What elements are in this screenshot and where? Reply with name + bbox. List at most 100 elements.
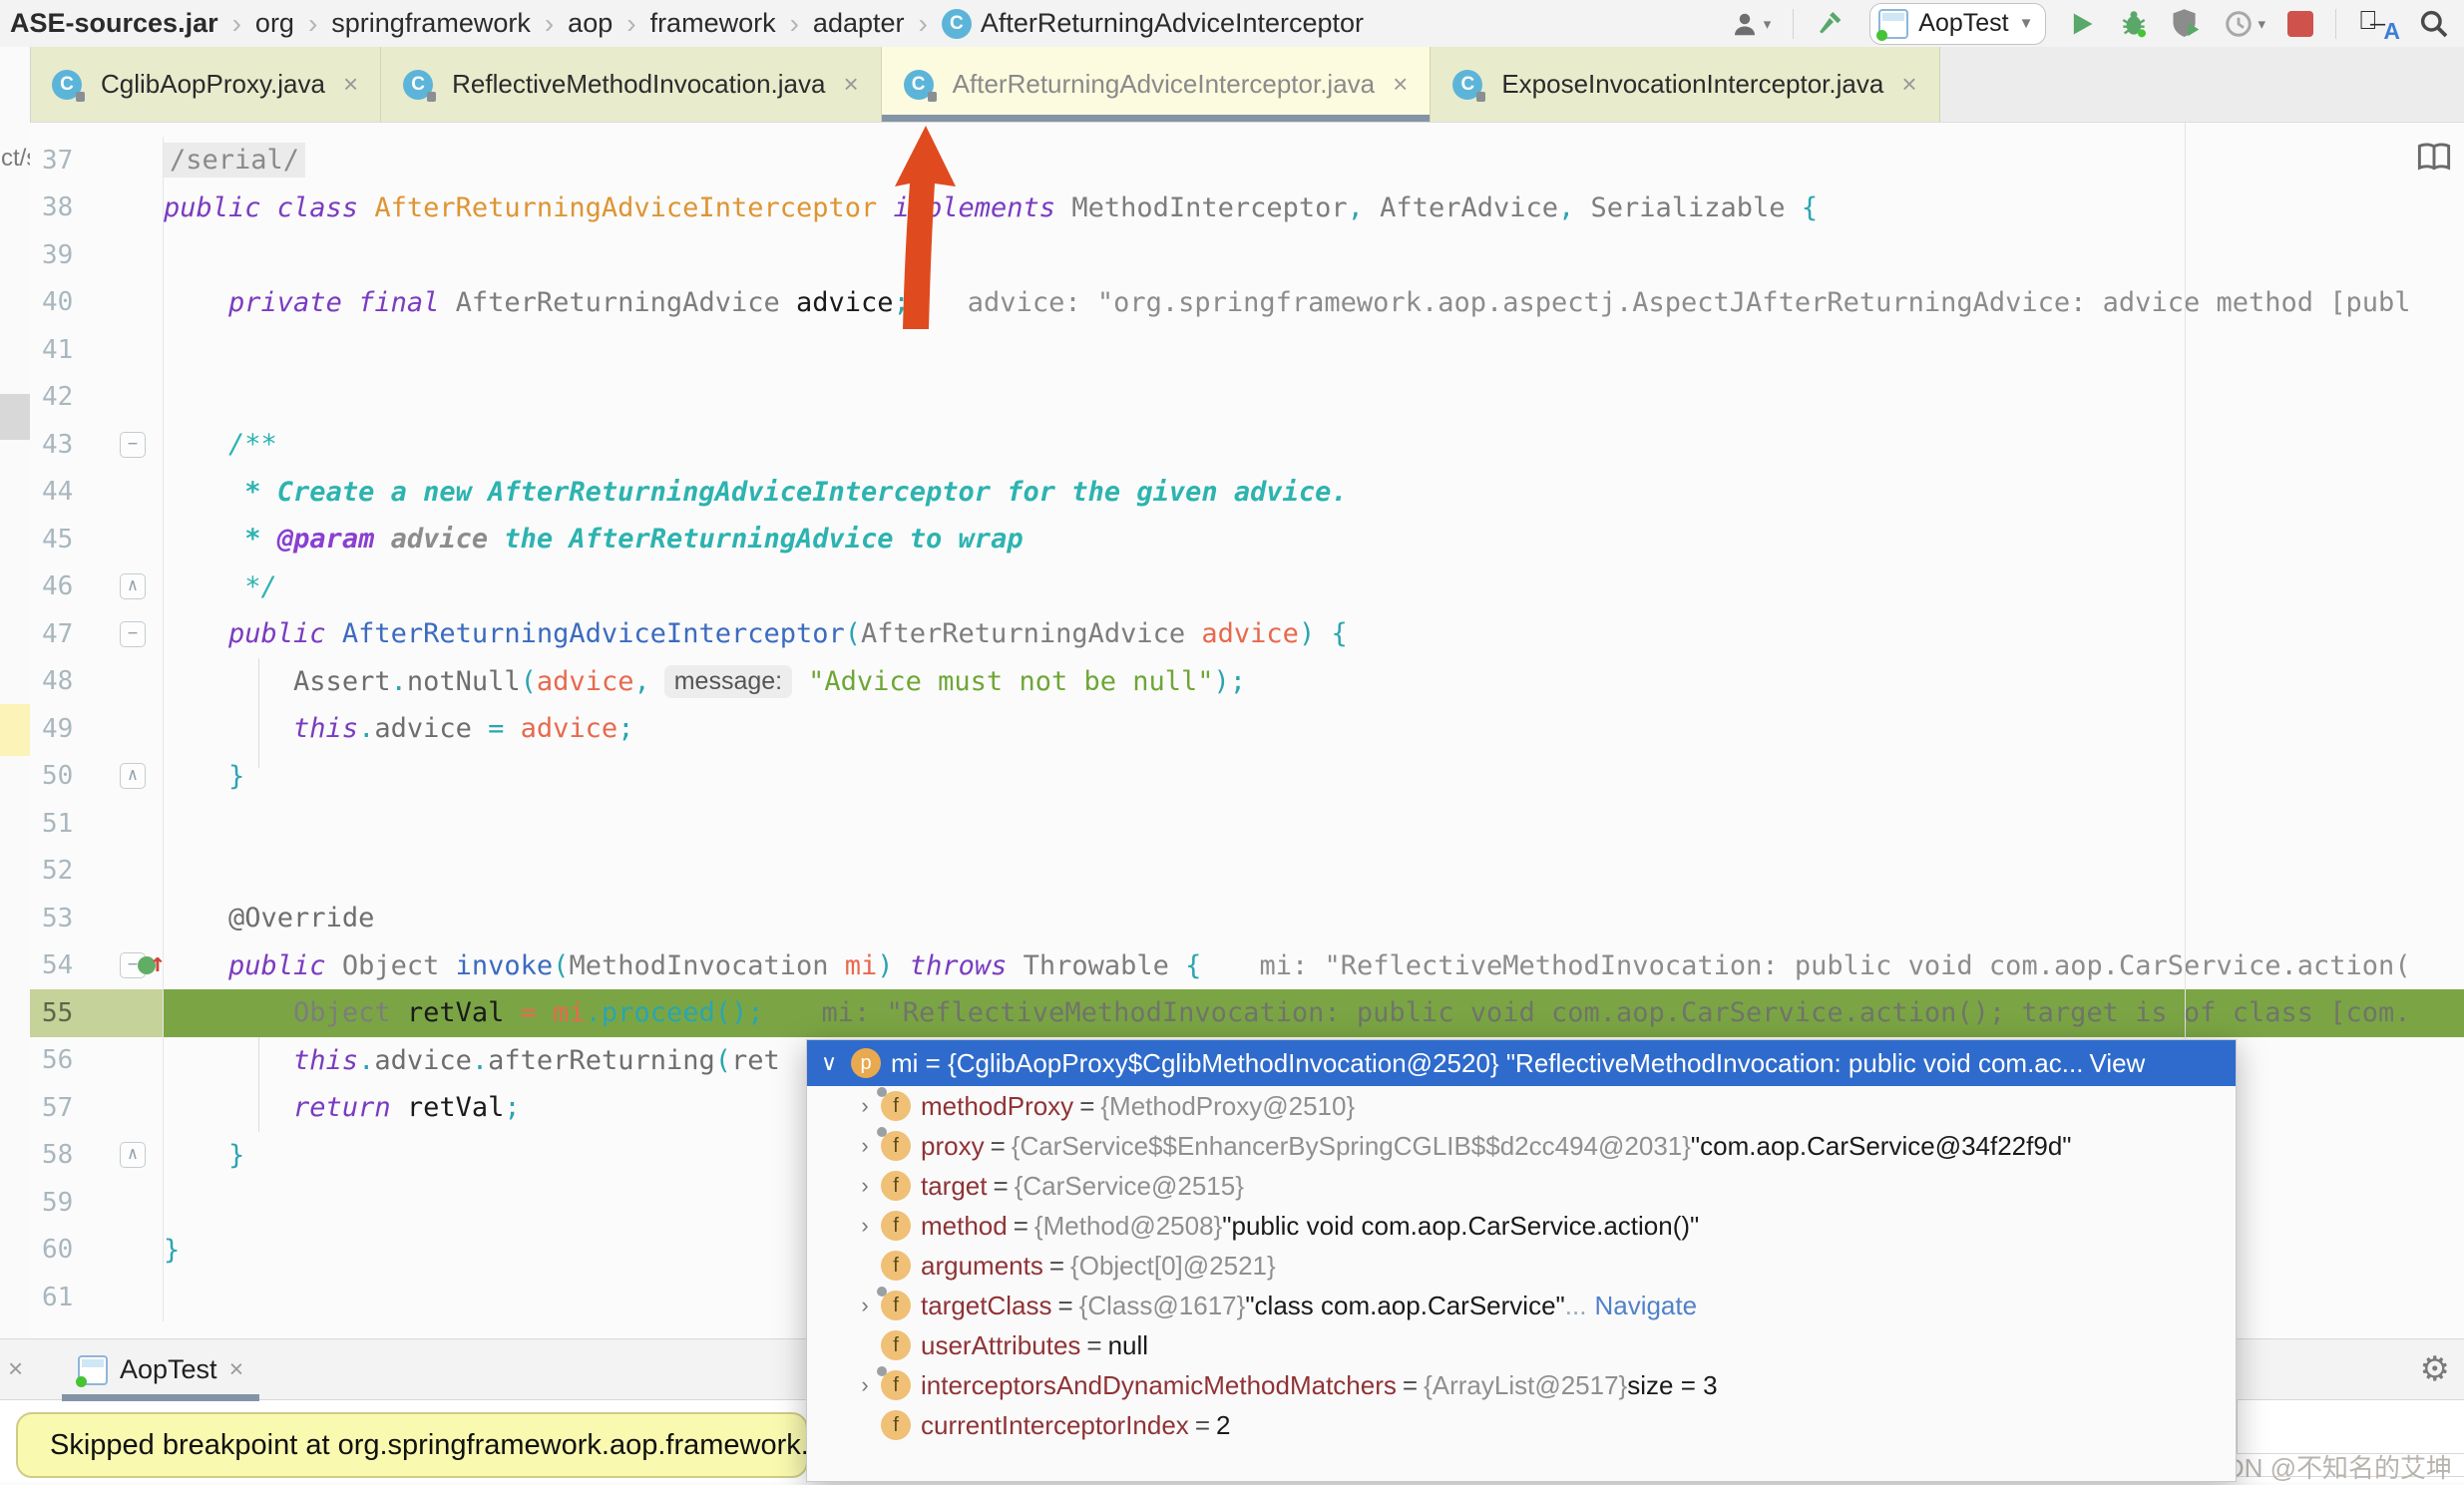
code-line[interactable]: 37/serial/ <box>30 137 2464 185</box>
code-line[interactable]: 51 <box>30 800 2464 848</box>
stop-button[interactable] <box>2287 10 2313 37</box>
breadcrumb-item[interactable]: adapter <box>813 8 905 39</box>
lock-icon <box>927 91 937 102</box>
variable-row[interactable]: › f targetClass = {Class@1617} "class com.ao… <box>807 1286 2236 1325</box>
breakpoint-notification-balloon[interactable]: Skipped breakpoint at org.springframewor… <box>16 1412 808 1478</box>
run-button[interactable] <box>2068 10 2096 38</box>
editor-tab[interactable]: C AfterReturningAdviceInterceptor.java × <box>881 47 1432 122</box>
fold-marker[interactable]: ∧ <box>120 1142 146 1169</box>
close-icon[interactable]: × <box>1901 69 1916 100</box>
chevron-down-icon[interactable]: ∨ <box>807 1050 851 1076</box>
expand-chevron-icon[interactable]: › <box>849 1173 881 1199</box>
search-everywhere-button[interactable] <box>2418 8 2450 40</box>
code-line[interactable]: 40 private final AfterReturningAdvice ad… <box>30 278 2464 326</box>
scrollbar-thumb[interactable] <box>0 394 30 440</box>
breadcrumb-item[interactable]: org <box>255 8 294 39</box>
variable-row[interactable]: f arguments = {Object[0]@2521} <box>807 1246 2236 1286</box>
variable-row[interactable]: › f method = {Method@2508} "public void com.… <box>807 1206 2236 1246</box>
close-icon[interactable]: × <box>229 1355 244 1384</box>
debug-session-tab[interactable]: AopTest × <box>62 1339 260 1401</box>
profiler-button[interactable]: ▾ <box>2224 9 2265 39</box>
code-line[interactable]: 39 <box>30 231 2464 279</box>
project-panel-edge[interactable]: ct/s <box>0 47 31 1338</box>
reader-mode-icon[interactable] <box>2416 141 2452 173</box>
code-line[interactable]: 44 * Create a new AfterReturningAdviceIn… <box>30 468 2464 516</box>
code-line[interactable]: 50 ∧ } <box>30 752 2464 800</box>
inline-debug-hint: mi: "ReflectiveMethodInvocation: public … <box>821 997 2411 1029</box>
code-token: afterReturning <box>488 1044 715 1076</box>
variable-name: method <box>921 1210 1008 1241</box>
stop-icon <box>2287 10 2313 37</box>
code-token: the AfterReturningAdvice to wrap <box>504 524 1024 556</box>
code-line[interactable]: 55 Object retVal = mi .proceed(); mi: "Ref… <box>30 989 2464 1037</box>
variable-value: null <box>1107 1329 1149 1360</box>
breadcrumb-item[interactable]: framework <box>650 8 776 39</box>
fold-marker[interactable]: − <box>120 431 146 458</box>
code-line[interactable]: 48 Assert. notNull(advice, message: "Advice… <box>30 657 2464 705</box>
fold-marker[interactable]: ∧ <box>120 573 146 600</box>
run-config-select[interactable]: AopTest ▼ <box>1869 2 2047 45</box>
variable-row[interactable]: › f interceptorsAndDynamicMethodMatchers ={… <box>807 1365 2236 1405</box>
code-token: = mi <box>520 997 586 1029</box>
code-line[interactable]: 54− ↑ public Object invoke(MethodInvocati… <box>30 941 2464 989</box>
breadcrumb-item[interactable]: aop <box>568 8 613 39</box>
code-token: advice <box>390 524 505 556</box>
variable-value-ref: {CarService@2515} <box>1014 1170 1244 1201</box>
variable-row[interactable]: f userAttributes = null <box>807 1325 2236 1365</box>
variable-row[interactable]: f currentInterceptorIndex = 2 <box>807 1405 2236 1445</box>
expand-chevron-icon[interactable]: › <box>849 1213 881 1239</box>
code-line[interactable]: 43 − /** <box>30 421 2464 469</box>
code-token: AfterReturningAdvice <box>861 618 1202 650</box>
variable-popup-header[interactable]: ∨ p mi = {CglibAopProxy$CglibMethodInvoc… <box>807 1040 2236 1086</box>
breadcrumb-item[interactable]: AfterReturningAdviceInterceptor <box>981 8 1364 39</box>
code-token: { <box>1801 191 1819 223</box>
code-line[interactable]: 46 ∧ */ <box>30 562 2464 610</box>
code-text: @Override <box>164 895 2464 942</box>
fold-marker[interactable]: ∧ <box>120 763 146 790</box>
code-line[interactable]: 41 <box>30 326 2464 374</box>
code-line[interactable]: 52 <box>30 847 2464 895</box>
editor-tab[interactable]: C ReflectiveMethodInvocation.java × <box>381 47 882 122</box>
code-line[interactable]: 45 * @param advice the AfterReturningAdv… <box>30 516 2464 563</box>
breadcrumb-item[interactable]: ASE-sources.jar <box>10 8 218 39</box>
close-icon[interactable]: × <box>1393 69 1408 100</box>
close-icon[interactable]: × <box>843 69 858 100</box>
code-line[interactable]: 49 this. advice = advice; <box>30 705 2464 753</box>
editor-tab[interactable]: C ExposeInvocationInterceptor.java × <box>1431 47 1940 122</box>
coverage-button[interactable] <box>2172 8 2202 40</box>
debug-button[interactable] <box>2118 8 2150 40</box>
code-line[interactable]: 42 <box>30 373 2464 421</box>
code-line[interactable]: 47 − public AfterReturningAdviceIntercept… <box>30 610 2464 658</box>
code-line[interactable]: 38 public class AfterReturningAdviceInter… <box>30 184 2464 231</box>
variable-row[interactable]: › f target = {CarService@2515} <box>807 1166 2236 1206</box>
debugger-variable-popup[interactable]: ∨ p mi = {CglibAopProxy$CglibMethodInvoc… <box>806 1039 2237 1482</box>
breadcrumb-item[interactable]: springframework <box>331 8 531 39</box>
variable-row[interactable]: › f proxy = {CarService$$EnhancerBySpringCGL… <box>807 1126 2236 1166</box>
variable-row[interactable]: › f methodProxy = {MethodProxy@2510} <box>807 1086 2236 1126</box>
expand-chevron-icon[interactable]: › <box>849 1133 881 1159</box>
close-icon[interactable]: × <box>343 69 358 100</box>
variable-name: methodProxy <box>921 1090 1074 1121</box>
gear-icon[interactable]: ⚙ <box>2420 1349 2450 1389</box>
translate-icon: 文̶ <box>2358 4 2378 35</box>
view-link[interactable]: View <box>2089 1048 2145 1079</box>
build-button[interactable] <box>1816 8 1848 40</box>
expand-chevron-icon[interactable]: › <box>849 1093 881 1119</box>
editor-tab[interactable]: C CglibAopProxy.java × <box>30 47 382 122</box>
gutter-fold-column <box>102 231 164 279</box>
expand-chevron-icon[interactable]: › <box>849 1293 881 1318</box>
translate-button[interactable]: 文̶ A <box>2358 4 2400 44</box>
code-line[interactable]: 53 @Override <box>30 895 2464 942</box>
close-icon[interactable]: × <box>8 1353 23 1384</box>
expand-chevron-icon[interactable]: › <box>849 1372 881 1398</box>
code-token: invoke <box>455 949 554 981</box>
navigate-link[interactable]: Navigate <box>1594 1291 1697 1321</box>
user-menu-button[interactable]: ▾ <box>1730 9 1771 39</box>
variable-popup-header-text: mi = {CglibAopProxy$CglibMethodInvocatio… <box>891 1047 2084 1078</box>
fold-marker[interactable]: − <box>120 620 146 647</box>
